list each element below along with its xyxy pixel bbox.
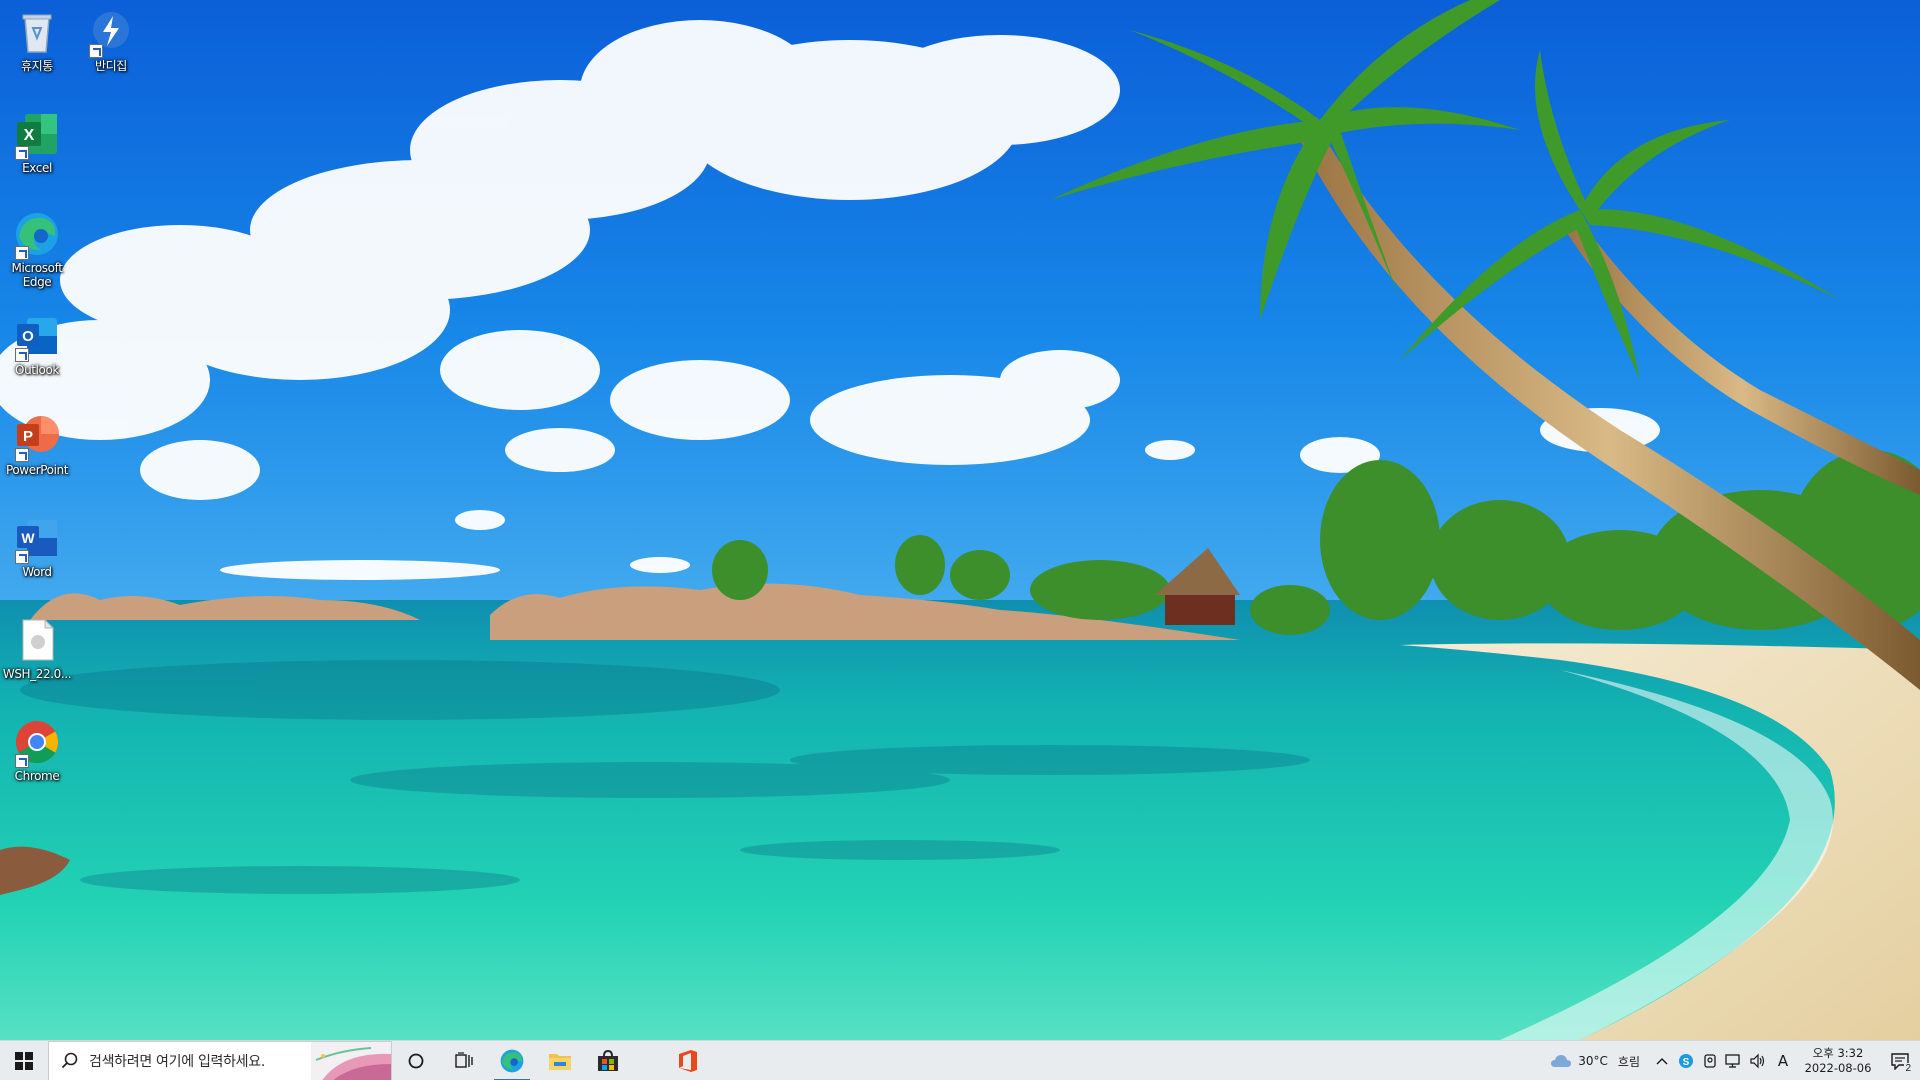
shortcut-arrow-icon (15, 146, 29, 160)
weather-temperature: 30°C (1578, 1054, 1608, 1068)
shortcut-arrow-icon (15, 550, 29, 564)
svg-text:X: X (24, 127, 35, 144)
chevron-up-icon (1656, 1058, 1668, 1065)
clock-date: 2022-08-06 (1804, 1061, 1872, 1075)
word-icon: W (13, 514, 61, 564)
shortcut-arrow-icon (15, 348, 29, 362)
skype-icon: S (1679, 1054, 1693, 1068)
outlook-icon: O (13, 312, 61, 362)
shortcut-arrow-icon (15, 754, 29, 768)
notification-badge: 2 (1904, 1063, 1912, 1075)
cortana-icon (408, 1053, 424, 1068)
tray-app-icon (1704, 1054, 1716, 1068)
taskbar-file-explorer-button[interactable] (536, 1041, 584, 1080)
input-method-indicator[interactable]: A (1770, 1041, 1796, 1080)
shortcut-arrow-icon (15, 246, 29, 260)
edge-icon (500, 1049, 524, 1072)
taskbar-office-button[interactable] (664, 1041, 712, 1080)
shortcut-arrow-icon (89, 44, 103, 58)
cloud-icon (1551, 1055, 1572, 1067)
start-button[interactable] (0, 1041, 48, 1080)
desktop-icon-label: Outlook (15, 363, 59, 377)
clock[interactable]: 오후 3:32 2022-08-06 (1796, 1041, 1880, 1080)
edge-icon (13, 210, 61, 260)
desktop-icon-label: PowerPoint (5, 463, 69, 477)
action-center-button[interactable]: 2 (1880, 1041, 1920, 1080)
task-view-icon (455, 1051, 473, 1068)
speaker-icon (1750, 1053, 1765, 1069)
desktop-icon-label: Chrome (14, 769, 60, 783)
windows-logo-icon (15, 1051, 33, 1070)
desktop-icon-wsh-file[interactable]: WSH_22.0... (0, 610, 74, 698)
desktop-icon-label: WSH_22.0... (2, 667, 72, 681)
powerpoint-icon: P (13, 412, 61, 462)
svg-text:O: O (22, 328, 34, 345)
folder-icon (549, 1053, 571, 1070)
volume-button[interactable] (1746, 1041, 1770, 1080)
desktop-icon-bandizip[interactable]: 반디집 (74, 2, 148, 90)
bandizip-icon (87, 8, 135, 58)
network-icon (1725, 1054, 1740, 1068)
desktop-icon-chrome[interactable]: Chrome (0, 712, 74, 800)
search-icon (61, 1052, 78, 1068)
ime-label: A (1777, 1052, 1789, 1070)
store-icon (598, 1049, 618, 1071)
chrome-icon (13, 718, 61, 768)
office-icon (679, 1049, 697, 1072)
recycle-bin-icon (13, 8, 61, 56)
desktop-icon-word[interactable]: W Word (0, 508, 74, 596)
task-view-button[interactable] (440, 1041, 488, 1080)
search-placeholder: 검색하려면 여기에 입력하세요. (89, 1053, 265, 1070)
svg-text:P: P (23, 428, 33, 445)
desktop-icon-powerpoint[interactable]: P PowerPoint (0, 406, 74, 494)
search-highlight-illustration (311, 1041, 391, 1080)
desktop-icon-label: Excel (22, 161, 52, 175)
network-button[interactable] (1722, 1041, 1746, 1080)
desktop-icon-edge[interactable]: Microsoft Edge (0, 204, 74, 292)
search-box[interactable]: 검색하려면 여기에 입력하세요. (48, 1040, 392, 1080)
svg-text:S: S (1683, 1057, 1690, 1068)
desktop-icon-label: 반디집 (95, 59, 127, 73)
file-icon (13, 616, 61, 664)
taskbar-store-button[interactable] (584, 1041, 632, 1080)
taskbar-edge-button[interactable] (488, 1041, 536, 1080)
weather-widget[interactable]: 30°C 흐림 (1550, 1053, 1640, 1070)
desktop-icon-recycle-bin[interactable]: 휴지통 (0, 2, 74, 90)
desktop-icon-label: Word (22, 565, 52, 579)
tray-app-button[interactable] (1698, 1041, 1722, 1080)
shortcut-arrow-icon (15, 448, 29, 462)
desktop-icon-label: Microsoft Edge (11, 261, 63, 289)
desktop-icon-excel[interactable]: X Excel (0, 104, 74, 192)
excel-icon: X (13, 110, 61, 160)
taskbar: 검색하려면 여기에 입력하세요. 30°C 흐림 S A 오후 3:32 202… (0, 1040, 1920, 1080)
weather-description: 흐림 (1617, 1054, 1640, 1069)
svg-text:W: W (21, 530, 35, 546)
clock-time: 오후 3:32 (1812, 1046, 1864, 1060)
desktop-wallpaper (0, 0, 1920, 1040)
cortana-button[interactable] (392, 1041, 440, 1080)
desktop-icon-outlook[interactable]: O Outlook (0, 306, 74, 394)
system-tray: 30°C 흐림 S A 오후 3:32 2022-08-06 2 (1550, 1041, 1920, 1080)
tray-skype-button[interactable]: S (1674, 1041, 1698, 1080)
show-hidden-icons-button[interactable] (1650, 1041, 1674, 1080)
desktop-icon-label: 휴지통 (21, 59, 53, 73)
